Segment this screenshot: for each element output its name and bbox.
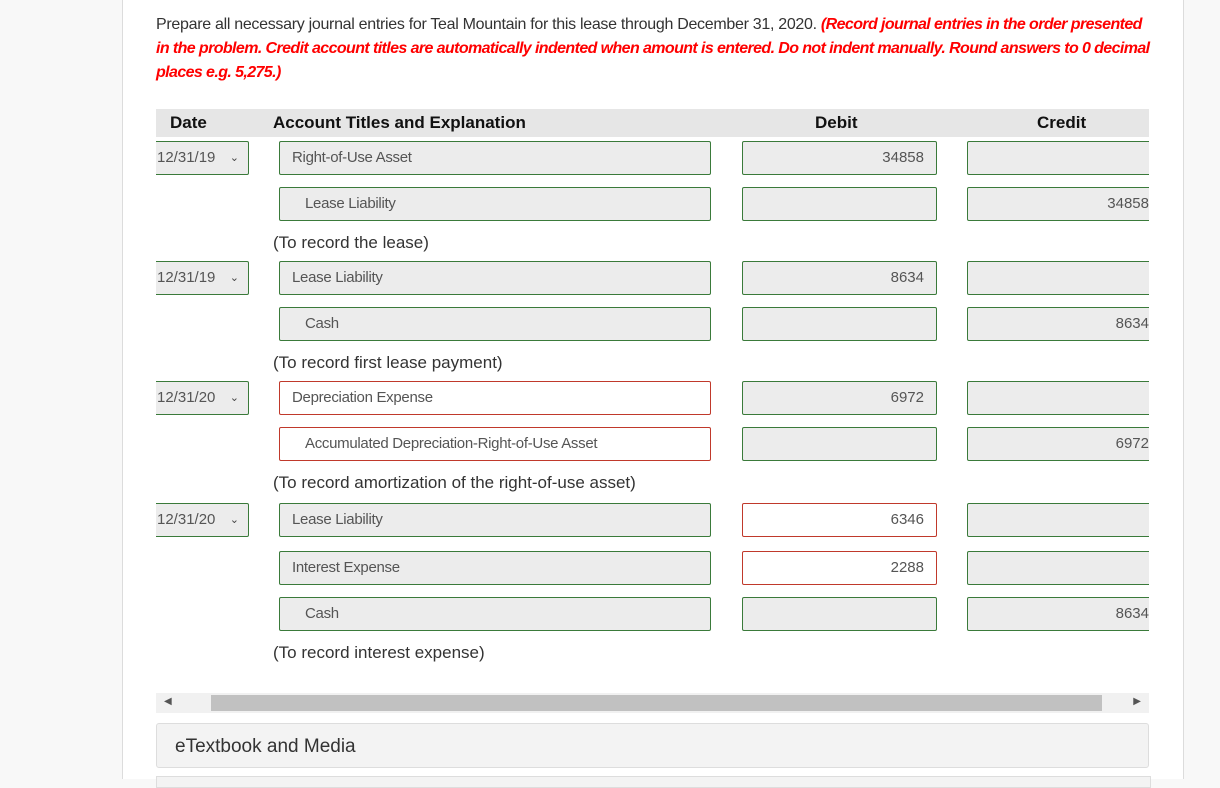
credit-input[interactable] — [967, 141, 1149, 175]
debit-input[interactable]: 6972 — [742, 381, 937, 415]
table-header: Date Account Titles and Explanation Debi… — [156, 109, 1149, 137]
chevron-down-icon: ⌄ — [229, 272, 239, 284]
debit-input[interactable] — [742, 597, 937, 631]
scrollbar-thumb[interactable] — [211, 695, 1102, 711]
horizontal-scrollbar[interactable]: ◀ ▶ — [156, 693, 1149, 713]
date-value: 12/31/20 — [157, 511, 216, 528]
debit-input[interactable]: 2288 — [742, 551, 937, 585]
date-select[interactable]: 12/31/19 ⌄ — [156, 141, 249, 175]
etextbook-media-button[interactable]: eTextbook and Media — [156, 723, 1149, 768]
date-select[interactable]: 12/31/20 ⌄ — [156, 381, 249, 415]
date-value: 12/31/19 — [157, 149, 216, 166]
credit-input[interactable] — [967, 381, 1149, 415]
date-value: 12/31/19 — [157, 269, 216, 286]
debit-input[interactable] — [742, 427, 937, 461]
chevron-down-icon: ⌄ — [229, 152, 239, 164]
debit-input[interactable] — [742, 307, 937, 341]
date-select[interactable]: 12/31/20 ⌄ — [156, 503, 249, 537]
credit-input[interactable]: 8634 — [967, 307, 1149, 341]
credit-input[interactable]: 34858 — [967, 187, 1149, 221]
entry-memo: (To record amortization of the right-of-… — [273, 473, 636, 492]
credit-input[interactable]: 6972 — [967, 427, 1149, 461]
account-input[interactable]: Lease Liability — [279, 187, 711, 221]
debit-input[interactable]: 6346 — [742, 503, 937, 537]
scroll-right-arrow-icon[interactable]: ▶ — [1133, 696, 1141, 707]
account-input[interactable]: Depreciation Expense — [279, 381, 711, 415]
date-value: 12/31/20 — [157, 389, 216, 406]
header-credit: Credit — [1037, 113, 1087, 132]
scroll-left-arrow-icon[interactable]: ◀ — [164, 696, 172, 707]
debit-input[interactable]: 34858 — [742, 141, 937, 175]
date-select[interactable]: 12/31/19 ⌄ — [156, 261, 249, 295]
debit-input[interactable] — [742, 187, 937, 221]
credit-input[interactable] — [967, 503, 1149, 537]
account-input[interactable]: Accumulated Depreciation-Right-of-Use As… — [279, 427, 711, 461]
credit-input[interactable]: 8634 — [967, 597, 1149, 631]
instructions-text: Prepare all necessary journal entries fo… — [156, 16, 821, 33]
header-date: Date — [170, 113, 207, 132]
account-input[interactable]: Cash — [279, 307, 711, 341]
account-input[interactable]: Cash — [279, 597, 711, 631]
header-account: Account Titles and Explanation — [273, 113, 526, 132]
next-section-edge — [156, 776, 1151, 788]
chevron-down-icon: ⌄ — [229, 514, 239, 526]
entry-memo: (To record first lease payment) — [273, 353, 503, 372]
credit-input[interactable] — [967, 261, 1149, 295]
account-input[interactable]: Lease Liability — [279, 503, 711, 537]
header-debit: Debit — [815, 113, 858, 132]
entry-memo: (To record interest expense) — [273, 643, 485, 662]
chevron-down-icon: ⌄ — [229, 392, 239, 404]
entry-memo: (To record the lease) — [273, 233, 429, 252]
account-input[interactable]: Lease Liability — [279, 261, 711, 295]
debit-input[interactable]: 8634 — [742, 261, 937, 295]
credit-input[interactable] — [967, 551, 1149, 585]
journal-entry-table: Date Account Titles and Explanation Debi… — [156, 109, 1149, 679]
question-instructions: Prepare all necessary journal entries fo… — [156, 13, 1156, 85]
account-input[interactable]: Right-of-Use Asset — [279, 141, 711, 175]
account-input[interactable]: Interest Expense — [279, 551, 711, 585]
